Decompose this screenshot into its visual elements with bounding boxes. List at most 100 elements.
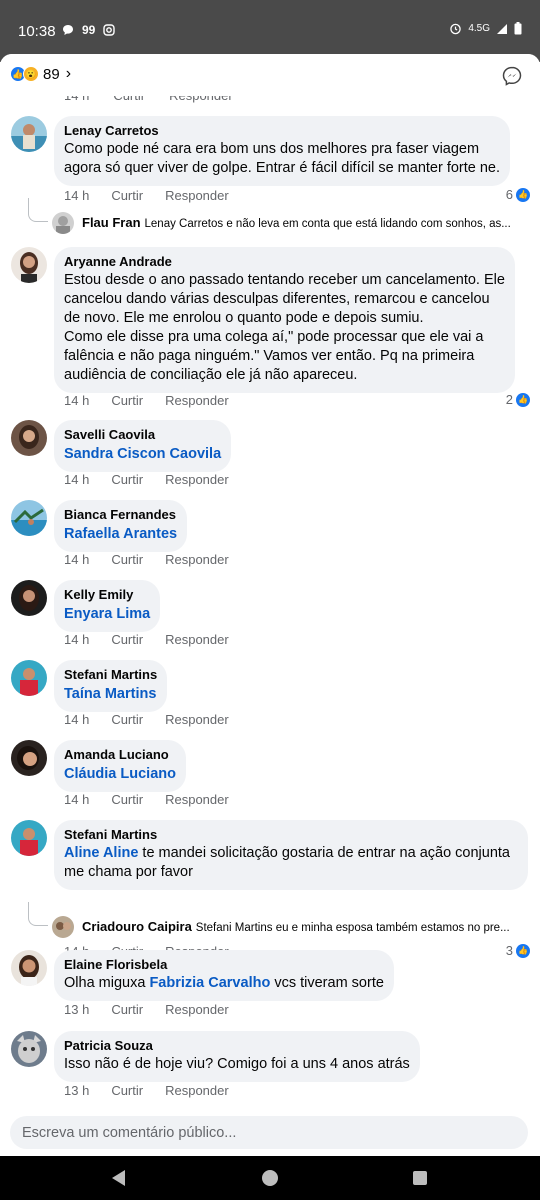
reply-button[interactable]: Responder bbox=[165, 712, 229, 727]
comment-bubble[interactable]: Lenay Carretos Como pode né cara era bom… bbox=[54, 116, 511, 186]
comment-author[interactable]: Lenay Carretos bbox=[64, 122, 500, 140]
comment-time: 14 h bbox=[64, 792, 90, 807]
network-type: 4.5G bbox=[468, 23, 490, 34]
tagged-user-link[interactable]: Taína Martins bbox=[64, 684, 157, 704]
reply-author[interactable]: Flau Fran bbox=[82, 215, 141, 230]
reactions-summary[interactable]: 👍 😮 89 › bbox=[10, 65, 71, 83]
comment-author[interactable]: Kelly Emily bbox=[64, 586, 150, 604]
comment-bubble[interactable]: Elaine Florisbela Olha miguxa Fabrizia C… bbox=[54, 950, 394, 1001]
like-icon: 👍 bbox=[516, 392, 530, 407]
comment-bubble[interactable]: Amanda Luciano Cláudia Luciano bbox=[54, 740, 186, 792]
home-icon[interactable] bbox=[262, 1170, 278, 1186]
reply-button[interactable]: Responder bbox=[165, 188, 229, 203]
like-button[interactable]: Curtir bbox=[111, 712, 143, 727]
comment-bubble[interactable]: Bianca Fernandes Rafaella Arantes bbox=[54, 500, 188, 552]
avatar[interactable] bbox=[11, 500, 47, 536]
comment-time: 13 h bbox=[64, 1002, 90, 1017]
comment-time: 14 h bbox=[64, 188, 90, 203]
comment-time: 13 h bbox=[64, 1083, 90, 1098]
like-button[interactable]: Curtir bbox=[111, 188, 143, 203]
reply-button[interactable]: Responder bbox=[165, 552, 229, 567]
comment-author[interactable]: Stefani Martins bbox=[64, 826, 518, 844]
like-button[interactable]: Curtir bbox=[111, 632, 143, 647]
comment-author[interactable]: Aryanne Andrade bbox=[64, 253, 505, 271]
avatar[interactable] bbox=[11, 660, 47, 696]
reply-snippet: Stefani Martins eu e minha esposa também… bbox=[195, 922, 510, 934]
avatar[interactable] bbox=[11, 420, 47, 456]
like-button[interactable]: Curtir bbox=[111, 1002, 143, 1017]
comment-bubble[interactable]: Patricia Souza Isso não é de hoje viu? C… bbox=[54, 1031, 420, 1082]
comment-text-line: Aline Aline te mandei solicitação gostar… bbox=[64, 844, 518, 863]
messenger-icon[interactable] bbox=[502, 66, 522, 86]
comment-actions: 13 h Curtir Responder bbox=[64, 1083, 251, 1098]
reply-connector bbox=[28, 902, 48, 926]
avatar[interactable] bbox=[11, 740, 47, 776]
reply-preview[interactable]: Flau Fran Lenay Carretos e não leva em co… bbox=[0, 198, 540, 238]
comment-text-line: audiência de conciliação ele já não apar… bbox=[64, 367, 358, 383]
tagged-user-link[interactable]: Fabrizia Carvalho bbox=[149, 975, 270, 991]
system-nav-bar bbox=[0, 1156, 540, 1200]
reply-button[interactable]: Responder bbox=[165, 792, 229, 807]
comment-bubble[interactable]: Kelly Emily Enyara Lima bbox=[54, 580, 161, 632]
tagged-user-link[interactable]: Enyara Lima bbox=[64, 604, 150, 624]
comments-sheet: 14 h Curtir Responder Lenay Carretos Com… bbox=[0, 54, 540, 1156]
comment-author[interactable]: Elaine Florisbela bbox=[64, 956, 384, 974]
comment-text-line: Como pode né cara era bom uns dos melhor… bbox=[64, 141, 480, 157]
avatar[interactable] bbox=[11, 580, 47, 616]
back-icon[interactable] bbox=[112, 1170, 125, 1186]
comment-bubble[interactable]: Stefani Martins Aline Aline te mandei so… bbox=[54, 820, 528, 890]
like-button[interactable]: Curtir bbox=[111, 792, 143, 807]
comment-actions: 14 h Curtir Responder bbox=[64, 712, 251, 727]
signal-icon bbox=[497, 23, 507, 34]
reply-button[interactable]: Responder bbox=[165, 1002, 229, 1017]
reply-avatar bbox=[52, 212, 74, 234]
comment-author[interactable]: Amanda Luciano bbox=[64, 746, 176, 764]
avatar[interactable] bbox=[11, 1031, 47, 1067]
comment-text-line: Isso não é de hoje viu? Comigo foi a uns… bbox=[64, 1056, 410, 1072]
like-count[interactable]: 6 👍 bbox=[506, 187, 530, 202]
comment-bubble[interactable]: Aryanne Andrade Estou desde o ano passad… bbox=[54, 247, 515, 393]
comment-bubble[interactable]: Savelli Caovila Sandra Ciscon Caovila bbox=[54, 420, 232, 472]
avatar[interactable] bbox=[11, 116, 47, 152]
tagged-user-link[interactable]: Cláudia Luciano bbox=[64, 764, 176, 784]
like-count-value: 3 bbox=[505, 943, 513, 958]
reply-button[interactable]: Responder bbox=[165, 1083, 229, 1098]
reply-button[interactable]: Responder bbox=[165, 393, 229, 408]
like-count[interactable]: 2 👍 bbox=[506, 392, 530, 407]
comment-actions: 14 h Curtir Responder bbox=[64, 792, 251, 807]
clock: 10:38 bbox=[18, 23, 56, 40]
comment-actions: 14 h Curtir Responder bbox=[64, 632, 251, 647]
comment-actions: 14 h Curtir Responder bbox=[64, 188, 251, 203]
comment-composer[interactable] bbox=[10, 1116, 528, 1149]
comment-author[interactable]: Bianca Fernandes bbox=[64, 506, 177, 524]
avatar[interactable] bbox=[11, 247, 47, 283]
comment-author[interactable]: Patricia Souza bbox=[64, 1037, 410, 1055]
comment-actions: 14 h Curtir Responder bbox=[64, 393, 251, 408]
tagged-user-link[interactable]: Sandra Ciscon Caovila bbox=[64, 444, 221, 464]
reply-button[interactable]: Responder bbox=[165, 472, 229, 487]
reply-preview[interactable]: Criadouro Caipira Stefani Martins eu e mi… bbox=[0, 902, 540, 942]
reply-author[interactable]: Criadouro Caipira bbox=[82, 919, 192, 934]
tagged-user-link[interactable]: Aline Aline bbox=[64, 845, 138, 861]
comment-author[interactable]: Stefani Martins bbox=[64, 666, 157, 684]
like-count[interactable]: 3 👍 bbox=[506, 943, 530, 958]
reply-button[interactable]: Responder bbox=[165, 632, 229, 647]
recent-apps-icon[interactable] bbox=[413, 1171, 427, 1185]
comment-bubble[interactable]: Stefani Martins Taína Martins bbox=[54, 660, 168, 712]
tagged-user-link[interactable]: Rafaella Arantes bbox=[64, 524, 177, 544]
comment-author[interactable]: Savelli Caovila bbox=[64, 426, 221, 444]
like-icon: 👍 bbox=[516, 187, 530, 202]
reply-snippet: Lenay Carretos e não leva em conta que e… bbox=[144, 218, 511, 230]
comment-time: 14 h bbox=[64, 552, 90, 567]
comment-input[interactable] bbox=[10, 1116, 528, 1149]
avatar[interactable] bbox=[11, 820, 47, 856]
comment-text-line: de novo. Ele me enrolou o quanto pode e … bbox=[64, 310, 424, 326]
like-button[interactable]: Curtir bbox=[111, 1083, 143, 1098]
like-button[interactable]: Curtir bbox=[111, 552, 143, 567]
like-button[interactable]: Curtir bbox=[111, 393, 143, 408]
status-bar: 10:38 99 4.5G bbox=[0, 0, 540, 62]
like-button[interactable]: Curtir bbox=[111, 472, 143, 487]
comment-text-line: Estou desde o ano passado tentando receb… bbox=[64, 272, 505, 288]
comment-text-line: agora só quer viver de golpe. Entrar é f… bbox=[64, 160, 501, 176]
avatar[interactable] bbox=[11, 950, 47, 986]
